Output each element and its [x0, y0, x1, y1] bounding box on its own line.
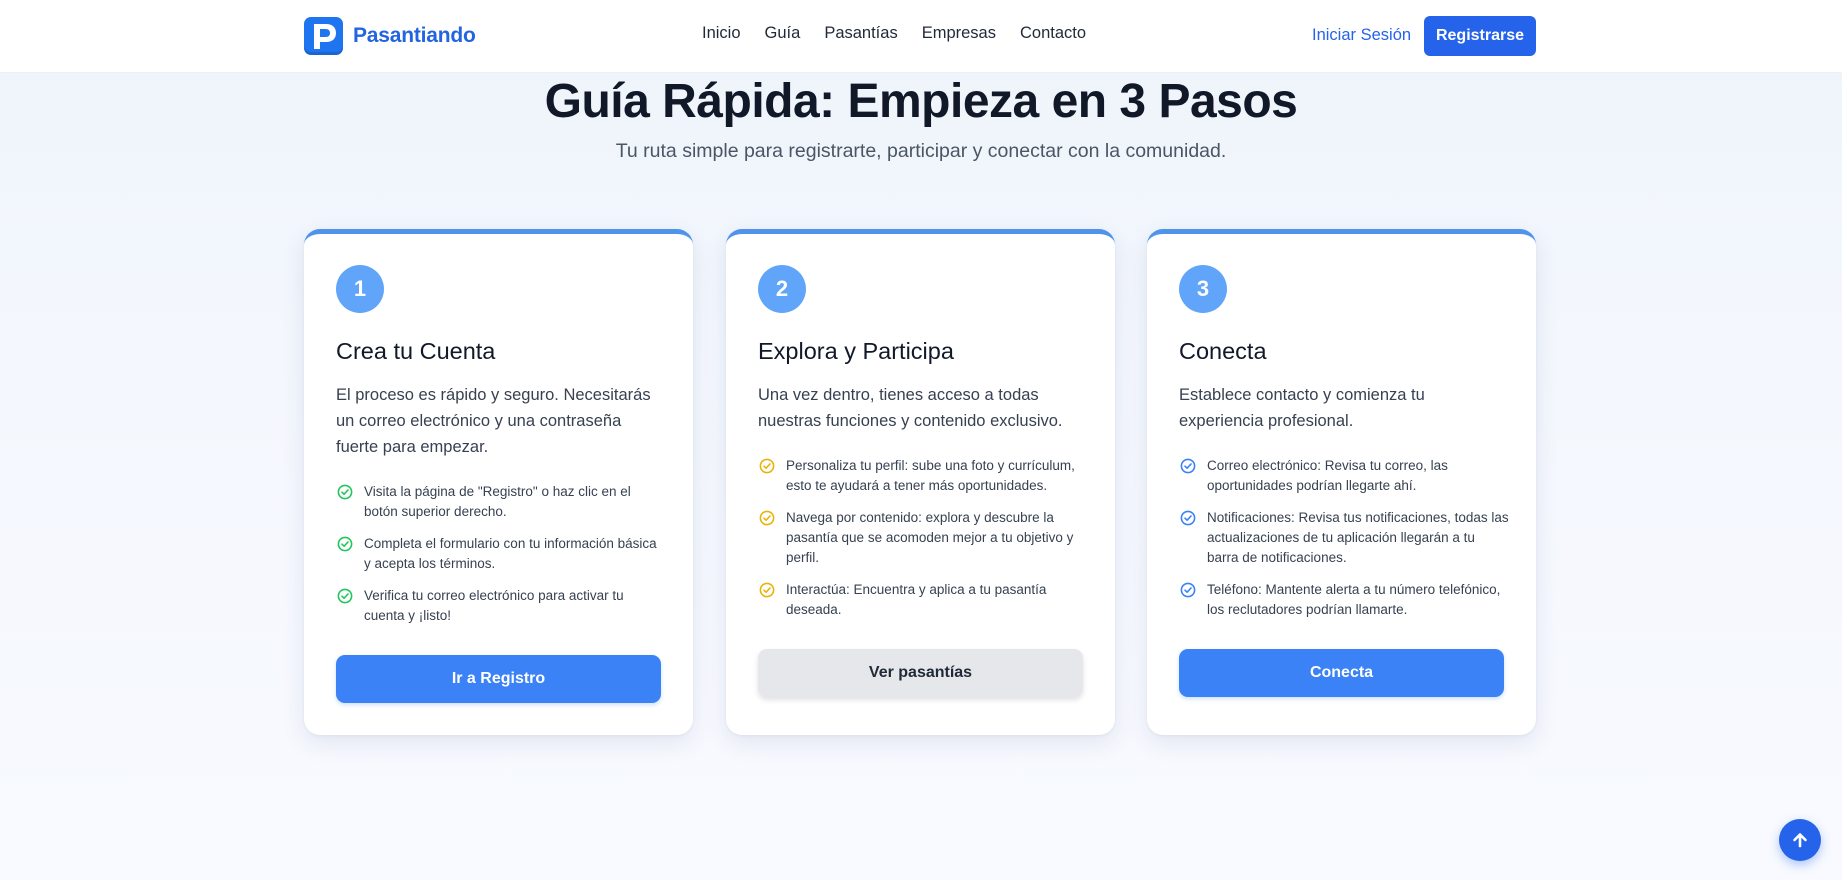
nav-item-empresas[interactable]: Empresas: [922, 24, 996, 43]
step-number-badge: 3: [1179, 265, 1227, 313]
card-title: Crea tu Cuenta: [336, 338, 496, 364]
list-item: Interactúa: Encuentra y aplica a tu pasa…: [758, 580, 1088, 620]
card-description: Una vez dentro, tienes acceso a todas nu…: [758, 386, 1063, 430]
site-header: Pasantiando Inicio Guía Pasantías Empres…: [0, 0, 1842, 73]
go-to-register-button[interactable]: Ir a Registro: [336, 655, 661, 703]
list-item: Notificaciones: Revisa tus notificacione…: [1179, 508, 1509, 568]
check-circle-icon: [1180, 510, 1196, 526]
nav-item-contacto[interactable]: Contacto: [1020, 24, 1086, 43]
list-item-text: Personaliza tu perfil: sube una foto y c…: [786, 458, 1075, 493]
list-item-text: Verifica tu correo electrónico para acti…: [364, 588, 624, 623]
step-card-1: 1 Crea tu Cuenta El proceso es rápido y …: [304, 229, 693, 735]
check-circle-icon: [337, 536, 353, 552]
step-list: Personaliza tu perfil: sube una foto y c…: [758, 456, 1088, 632]
view-internships-button[interactable]: Ver pasantías: [758, 649, 1083, 697]
step-number-badge: 2: [758, 265, 806, 313]
check-circle-icon: [337, 588, 353, 604]
list-item: Teléfono: Mantente alerta a tu número te…: [1179, 580, 1509, 620]
list-item-text: Visita la página de "Registro" o haz cli…: [364, 484, 631, 519]
page-subtitle: Tu ruta simple para registrarte, partici…: [615, 140, 1227, 162]
list-item: Navega por contenido: explora y descubre…: [758, 508, 1088, 568]
list-item: Visita la página de "Registro" o haz cli…: [336, 482, 666, 522]
list-item: Verifica tu correo electrónico para acti…: [336, 586, 666, 626]
main-nav: Inicio Guía Pasantías Empresas Contacto: [702, 24, 1110, 43]
card-description: El proceso es rápido y seguro. Necesitar…: [336, 386, 651, 456]
check-circle-icon: [759, 510, 775, 526]
card-title: Explora y Participa: [758, 338, 954, 364]
step-card-3: 3 Conecta Establece contacto y comienza …: [1147, 229, 1536, 735]
step-card-2: 2 Explora y Participa Una vez dentro, ti…: [726, 229, 1115, 735]
card-description: Establece contacto y comienza tu experie…: [1179, 386, 1425, 430]
list-item-text: Notificaciones: Revisa tus notificacione…: [1207, 510, 1509, 565]
logo-p-icon: [304, 17, 343, 55]
list-item-text: Completa el formulario con tu informació…: [364, 536, 657, 571]
list-item: Correo electrónico: Revisa tu correo, la…: [1179, 456, 1509, 496]
card-title: Conecta: [1179, 338, 1267, 364]
arrow-up-icon: [1793, 833, 1807, 848]
login-link[interactable]: Iniciar Sesión: [1312, 26, 1411, 45]
list-item-text: Correo electrónico: Revisa tu correo, la…: [1207, 458, 1448, 493]
check-circle-icon: [1180, 582, 1196, 598]
register-button[interactable]: Registrarse: [1424, 16, 1536, 56]
check-circle-icon: [759, 582, 775, 598]
list-item-text: Teléfono: Mantente alerta a tu número te…: [1207, 582, 1501, 617]
check-circle-icon: [337, 484, 353, 500]
check-circle-icon: [1180, 458, 1196, 474]
list-item: Personaliza tu perfil: sube una foto y c…: [758, 456, 1088, 496]
check-circle-icon: [759, 458, 775, 474]
connect-button[interactable]: Conecta: [1179, 649, 1504, 697]
brand-logo[interactable]: Pasantiando: [304, 17, 476, 55]
list-item-text: Interactúa: Encuentra y aplica a tu pasa…: [786, 582, 1047, 617]
list-item-text: Navega por contenido: explora y descubre…: [786, 510, 1074, 565]
nav-item-guia[interactable]: Guía: [765, 24, 801, 43]
nav-item-inicio[interactable]: Inicio: [702, 24, 741, 43]
list-item: Completa el formulario con tu informació…: [336, 534, 666, 574]
step-list: Visita la página de "Registro" o haz cli…: [336, 482, 666, 638]
scroll-to-top-button[interactable]: [1779, 819, 1821, 861]
step-number-badge: 1: [336, 265, 384, 313]
nav-item-pasantias[interactable]: Pasantías: [824, 24, 897, 43]
page-title: Guía Rápida: Empieza en 3 Pasos: [544, 75, 1298, 128]
brand-name: Pasantiando: [353, 24, 476, 47]
step-list: Correo electrónico: Revisa tu correo, la…: [1179, 456, 1509, 632]
